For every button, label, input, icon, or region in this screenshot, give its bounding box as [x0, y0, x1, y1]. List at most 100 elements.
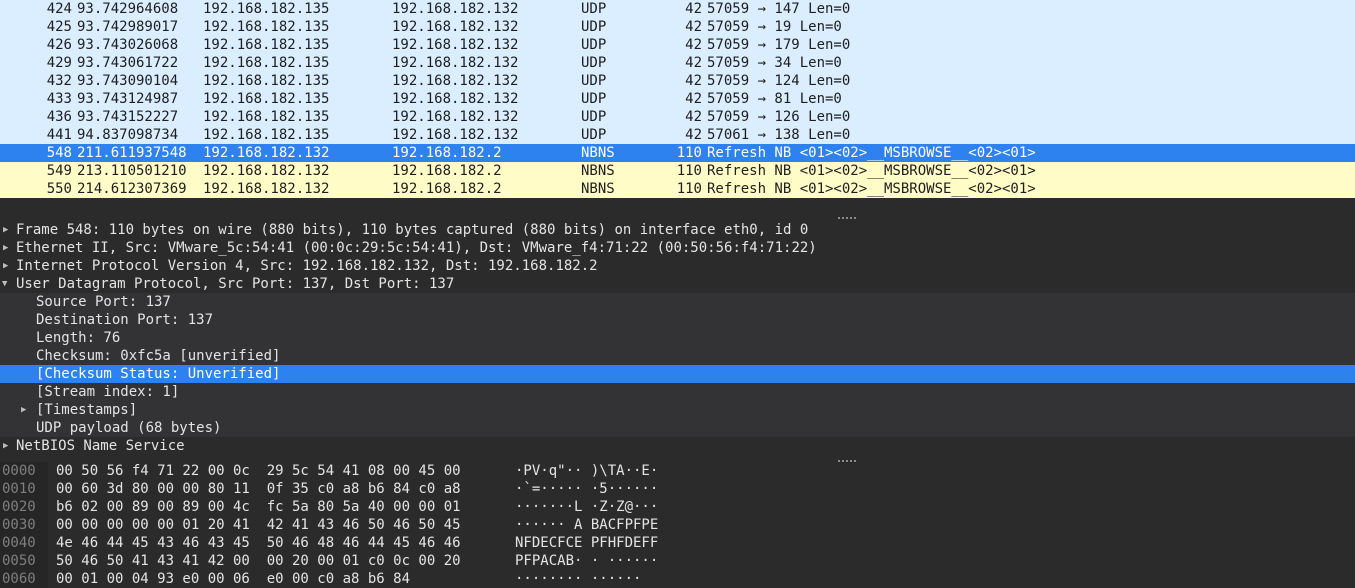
expand-arrow-icon[interactable]: ▶ [21, 401, 31, 419]
packet-protocol: UDP [581, 91, 607, 107]
packet-length: 42 [685, 19, 702, 35]
packet-number: 549 [46, 163, 72, 179]
packet-row[interactable]: 432 93.743090104 192.168.182.135 192.168… [0, 72, 1355, 90]
bytes-ascii[interactable]: PFPACAB· · ······ [515, 552, 658, 570]
bytes-ascii[interactable]: ·`=····· ·5······ [515, 480, 658, 498]
packet-number: 429 [46, 55, 72, 71]
tree-item-timestamps[interactable]: ▶ [Timestamps] [0, 401, 1355, 419]
packet-row-selected[interactable]: 548 211.611937548 192.168.182.132 192.16… [0, 144, 1355, 162]
packet-protocol: UDP [581, 1, 607, 17]
packet-info: Refresh NB <01><02>__MSBROWSE__<02><01> [707, 163, 1036, 179]
bytes-hex[interactable]: 4e 46 44 45 43 46 43 45 50 46 48 46 44 4… [56, 534, 461, 552]
packet-number: 424 [46, 1, 72, 17]
tree-item-frame[interactable]: ▶ Frame 548: 110 bytes on wire (880 bits… [0, 221, 1355, 239]
packet-protocol: UDP [581, 73, 607, 89]
tree-item-source-port[interactable]: Source Port: 137 [0, 293, 1355, 311]
expand-arrow-icon[interactable]: ▶ [3, 437, 13, 455]
packet-number: 550 [46, 181, 72, 197]
tree-item-udp-payload[interactable]: UDP payload (68 bytes) [0, 419, 1355, 437]
packet-protocol: UDP [581, 109, 607, 125]
packet-bytes-pane[interactable]: 0000 00 50 56 f4 71 22 00 0c 29 5c 54 41… [0, 462, 1355, 588]
packet-length: 42 [685, 1, 702, 17]
packet-source: 192.168.182.135 [203, 1, 330, 17]
tree-item-label: User Datagram Protocol, Src Port: 137, D… [16, 276, 455, 292]
tree-item-label: Checksum: 0xfc5a [unverified] [36, 348, 281, 364]
packet-row[interactable]: 550 214.612307369 192.168.182.132 192.16… [0, 180, 1355, 198]
packet-time: 93.743061722 [77, 55, 179, 71]
bytes-row[interactable]: 0040 4e 46 44 45 43 46 43 45 50 46 48 46… [0, 534, 1355, 552]
bytes-offset: 0000 [0, 462, 48, 480]
packet-row[interactable]: 436 93.743152227 192.168.182.135 192.168… [0, 108, 1355, 126]
tree-item-udp[interactable]: ▼ User Datagram Protocol, Src Port: 137,… [0, 275, 1355, 293]
bytes-ascii[interactable]: ········ ······ [515, 570, 641, 588]
packet-protocol: UDP [581, 37, 607, 53]
tree-item-label: Frame 548: 110 bytes on wire (880 bits),… [16, 222, 809, 238]
packet-source: 192.168.182.132 [203, 145, 330, 161]
bytes-offset: 0020 [0, 498, 48, 516]
details-bytes-splitter[interactable] [0, 455, 1355, 462]
tree-item-label: Ethernet II, Src: VMware_5c:54:41 (00:0c… [16, 240, 817, 256]
packet-protocol: UDP [581, 19, 607, 35]
bytes-offset: 0010 [0, 480, 48, 498]
packet-time: 93.742964608 [77, 1, 179, 17]
expand-arrow-icon[interactable]: ▶ [3, 257, 13, 275]
packet-length: 110 [676, 181, 702, 197]
tree-item-length[interactable]: Length: 76 [0, 329, 1355, 347]
packet-destination: 192.168.182.132 [392, 37, 519, 53]
packet-destination: 192.168.182.132 [392, 127, 519, 143]
bytes-ascii[interactable]: ·······L ·Z·Z@··· [515, 498, 658, 516]
bytes-row[interactable]: 0060 00 01 00 04 93 e0 00 06 e0 00 c0 a8… [0, 570, 1355, 588]
tree-item-ip[interactable]: ▶ Internet Protocol Version 4, Src: 192.… [0, 257, 1355, 275]
packet-time: 94.837098734 [77, 127, 179, 143]
bytes-ascii[interactable]: ·PV·q"·· )\TA··E· [515, 462, 658, 480]
expand-arrow-icon[interactable]: ▶ [3, 221, 13, 239]
packet-row[interactable]: 433 93.743124987 192.168.182.135 192.168… [0, 90, 1355, 108]
splitter-grip-icon[interactable] [838, 217, 856, 219]
bytes-offset: 0030 [0, 516, 48, 534]
packet-info: Refresh NB <01><02>__MSBROWSE__<02><01> [707, 145, 1036, 161]
bytes-hex[interactable]: 00 60 3d 80 00 00 80 11 0f 35 c0 a8 b6 8… [56, 480, 461, 498]
bytes-hex[interactable]: 50 46 50 41 43 41 42 00 00 20 00 01 c0 0… [56, 552, 461, 570]
packet-number: 432 [46, 73, 72, 89]
bytes-row[interactable]: 0000 00 50 56 f4 71 22 00 0c 29 5c 54 41… [0, 462, 1355, 480]
bytes-row[interactable]: 0030 00 00 00 00 00 01 20 41 42 41 43 46… [0, 516, 1355, 534]
tree-item-nbns[interactable]: ▶ NetBIOS Name Service [0, 437, 1355, 455]
bytes-hex[interactable]: 00 01 00 04 93 e0 00 06 e0 00 c0 a8 b6 8… [56, 570, 410, 588]
packet-length: 42 [685, 37, 702, 53]
packet-details-tree[interactable]: ▶ Frame 548: 110 bytes on wire (880 bits… [0, 221, 1355, 456]
bytes-row[interactable]: 0010 00 60 3d 80 00 00 80 11 0f 35 c0 a8… [0, 480, 1355, 498]
tree-item-label: UDP payload (68 bytes) [36, 420, 222, 436]
packet-length: 110 [676, 145, 702, 161]
packet-row[interactable]: 426 93.743026068 192.168.182.135 192.168… [0, 36, 1355, 54]
bytes-row[interactable]: 0050 50 46 50 41 43 41 42 00 00 20 00 01… [0, 552, 1355, 570]
list-details-splitter[interactable] [0, 199, 1355, 221]
tree-item-checksum-status[interactable]: [Checksum Status: Unverified] [0, 365, 1355, 383]
packet-row[interactable]: 424 93.742964608 192.168.182.135 192.168… [0, 0, 1355, 18]
packet-source: 192.168.182.135 [203, 19, 330, 35]
expand-arrow-icon[interactable]: ▶ [3, 239, 13, 257]
packet-row[interactable]: 429 93.743061722 192.168.182.135 192.168… [0, 54, 1355, 72]
packet-row[interactable]: 441 94.837098734 192.168.182.135 192.168… [0, 126, 1355, 144]
packet-number: 426 [46, 37, 72, 53]
tree-item-ethernet[interactable]: ▶ Ethernet II, Src: VMware_5c:54:41 (00:… [0, 239, 1355, 257]
packet-length: 42 [685, 73, 702, 89]
bytes-row[interactable]: 0020 b6 02 00 89 00 89 00 4c fc 5a 80 5a… [0, 498, 1355, 516]
bytes-ascii[interactable]: NFDECFCE PFHFDEFF [515, 534, 658, 552]
packet-time: 213.110501210 [77, 163, 187, 179]
bytes-ascii[interactable]: ······ A BACFPFPE [515, 516, 658, 534]
packet-list[interactable]: 424 93.742964608 192.168.182.135 192.168… [0, 0, 1355, 199]
bytes-hex[interactable]: b6 02 00 89 00 89 00 4c fc 5a 80 5a 40 0… [56, 498, 461, 516]
packet-source: 192.168.182.132 [203, 163, 330, 179]
packet-row[interactable]: 425 93.742989017 192.168.182.135 192.168… [0, 18, 1355, 36]
packet-source: 192.168.182.132 [203, 181, 330, 197]
bytes-hex[interactable]: 00 50 56 f4 71 22 00 0c 29 5c 54 41 08 0… [56, 462, 461, 480]
tree-item-destination-port[interactable]: Destination Port: 137 [0, 311, 1355, 329]
tree-item-label: NetBIOS Name Service [16, 438, 185, 454]
tree-item-stream-index[interactable]: [Stream index: 1] [0, 383, 1355, 401]
bytes-hex[interactable]: 00 00 00 00 00 01 20 41 42 41 43 46 50 4… [56, 516, 461, 534]
packet-row[interactable]: 549 213.110501210 192.168.182.132 192.16… [0, 162, 1355, 180]
collapse-arrow-icon[interactable]: ▼ [2, 275, 12, 293]
packet-time: 93.743124987 [77, 91, 179, 107]
packet-destination: 192.168.182.132 [392, 19, 519, 35]
tree-item-checksum[interactable]: Checksum: 0xfc5a [unverified] [0, 347, 1355, 365]
